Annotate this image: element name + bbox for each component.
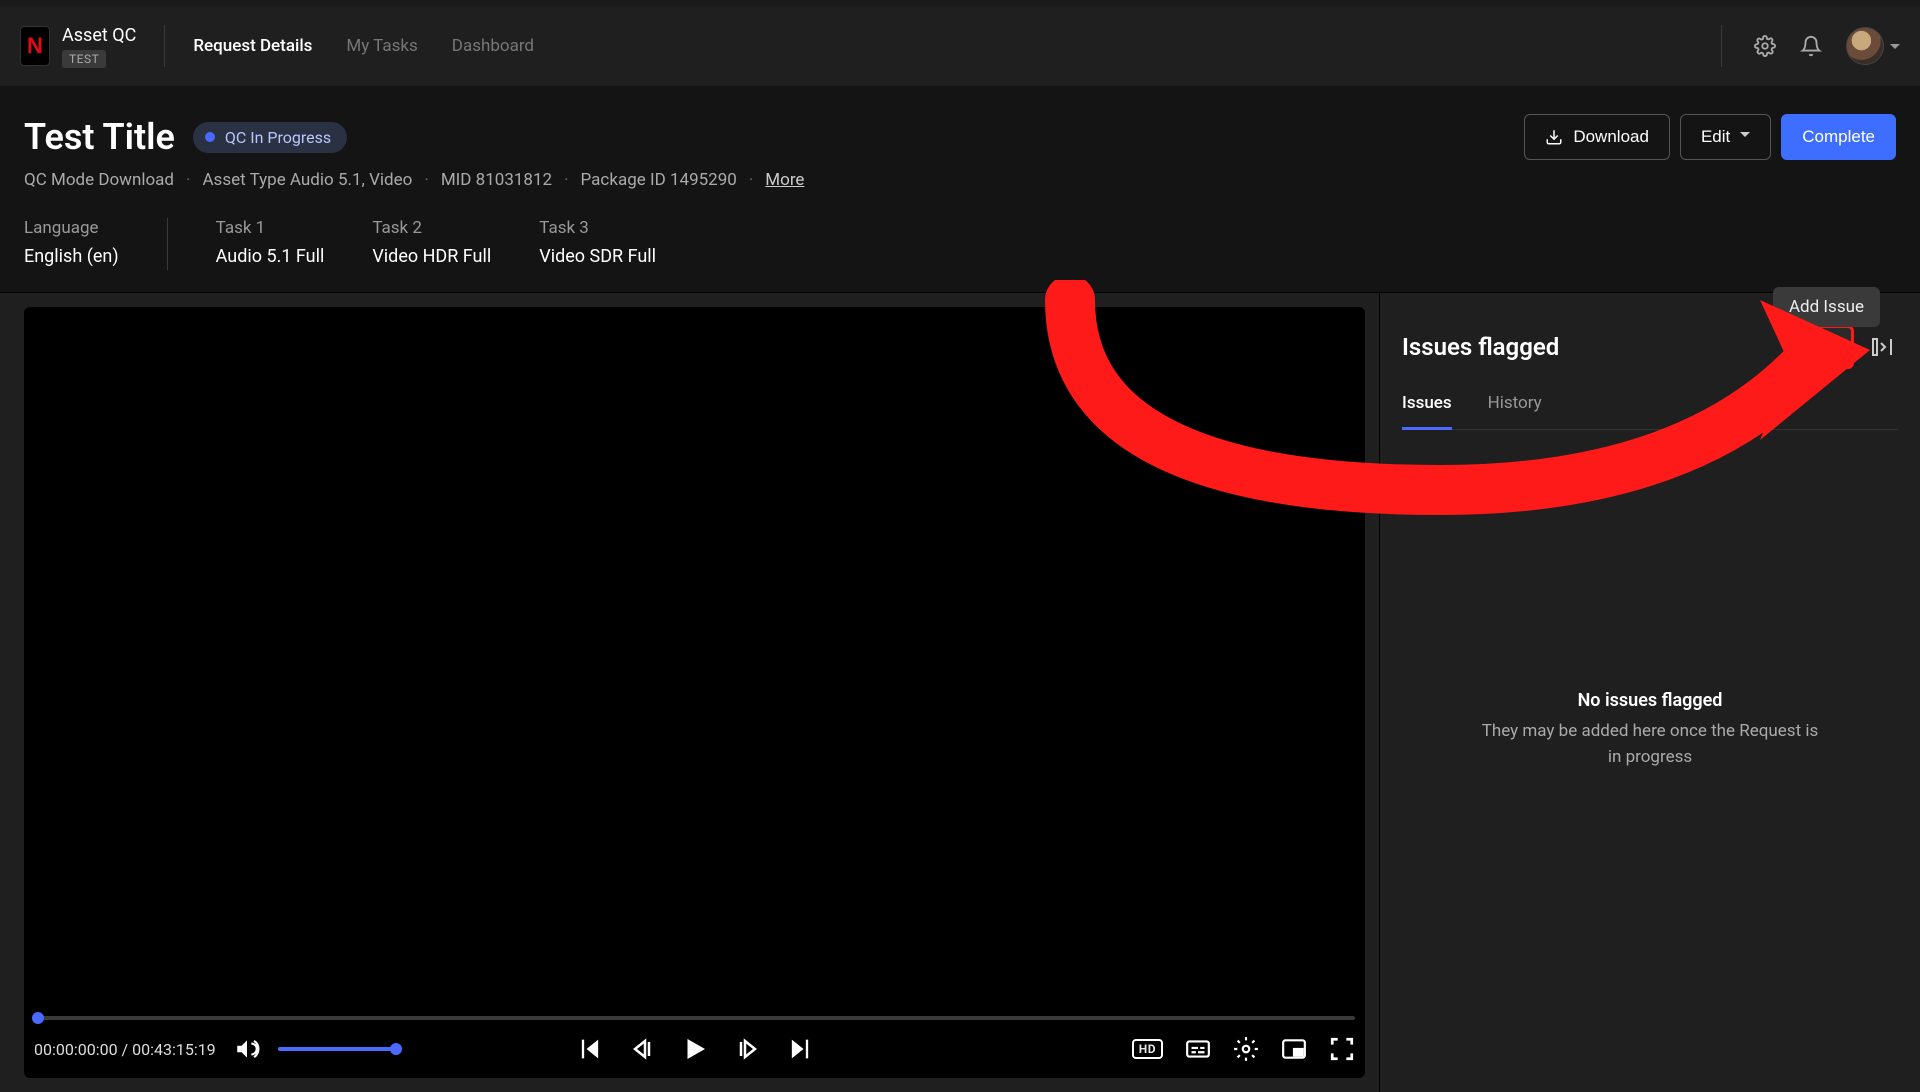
user-menu[interactable] xyxy=(1846,27,1900,65)
frame-forward-icon[interactable] xyxy=(736,1037,760,1061)
meta-package-id: Package ID 1495290 xyxy=(581,170,737,190)
sidebar-title: Issues flagged xyxy=(1402,333,1559,361)
collapse-sidebar-button[interactable] xyxy=(1866,331,1898,363)
meta-mid: MID 81031812 xyxy=(441,170,552,190)
skip-forward-icon[interactable] xyxy=(786,1035,814,1063)
status-badge: QC In Progress xyxy=(193,122,347,153)
nav-my-tasks[interactable]: My Tasks xyxy=(346,36,417,56)
nav-request-details[interactable]: Request Details xyxy=(193,36,312,56)
info-row: Language English (en) Task 1 Audio 5.1 F… xyxy=(24,218,1896,292)
status-dot-icon xyxy=(205,132,215,142)
meta-qc-mode: QC Mode Download xyxy=(24,170,174,190)
nav-items: Request Details My Tasks Dashboard xyxy=(193,36,534,56)
avatar xyxy=(1846,27,1884,65)
settings-icon[interactable] xyxy=(1754,35,1776,57)
empty-state: No issues flagged They may be added here… xyxy=(1402,390,1898,1070)
empty-title: No issues flagged xyxy=(1578,690,1723,711)
page-title: Test Title xyxy=(24,116,175,158)
edit-button[interactable]: Edit xyxy=(1680,114,1771,160)
add-issue-tooltip: Add Issue xyxy=(1773,287,1880,327)
hd-badge[interactable]: HD xyxy=(1132,1039,1163,1059)
pip-icon[interactable] xyxy=(1281,1036,1307,1062)
complete-button[interactable]: Complete xyxy=(1781,114,1896,160)
nav-dashboard[interactable]: Dashboard xyxy=(452,36,534,56)
skip-back-icon[interactable] xyxy=(576,1035,604,1063)
timecode: 00:00:00:00 / 00:43:15:19 xyxy=(34,1040,216,1059)
play-icon[interactable] xyxy=(680,1034,710,1064)
info-language: Language English (en) xyxy=(24,218,119,267)
volume-icon[interactable] xyxy=(234,1036,260,1062)
bell-icon[interactable] xyxy=(1800,35,1822,57)
brand: N Asset QC TEST xyxy=(20,25,136,68)
issues-sidebar: Add Issue Issues flagged Issues History … xyxy=(1380,293,1920,1092)
status-text: QC In Progress xyxy=(225,128,331,147)
top-navbar: N Asset QC TEST Request Details My Tasks… xyxy=(0,0,1920,86)
content: 00:00:00:00 / 00:43:15:19 xyxy=(0,292,1920,1092)
download-icon xyxy=(1545,128,1563,146)
download-button[interactable]: Download xyxy=(1524,114,1670,160)
brand-logo: N xyxy=(20,26,50,66)
brand-badge: TEST xyxy=(62,50,106,68)
plus-icon xyxy=(1821,336,1843,358)
captions-icon[interactable] xyxy=(1185,1036,1211,1062)
meta-more-link[interactable]: More xyxy=(765,170,804,190)
empty-subtitle: They may be added here once the Request … xyxy=(1480,719,1820,770)
chevron-down-icon xyxy=(1740,127,1750,147)
video-canvas[interactable] xyxy=(24,307,1365,1016)
frame-back-icon[interactable] xyxy=(630,1037,654,1061)
topbar-divider xyxy=(1721,25,1722,67)
video-player: 00:00:00:00 / 00:43:15:19 xyxy=(24,307,1365,1078)
meta-row: QC Mode Download · Asset Type Audio 5.1,… xyxy=(24,170,1896,190)
info-task1: Task 1 Audio 5.1 Full xyxy=(216,218,325,267)
player-controls: 00:00:00:00 / 00:43:15:19 xyxy=(24,1020,1365,1078)
meta-asset-type: Asset Type Audio 5.1, Video xyxy=(202,170,412,190)
nav-divider xyxy=(164,25,165,67)
brand-title: Asset QC xyxy=(62,25,136,46)
chevron-down-icon xyxy=(1890,44,1900,54)
info-task3: Task 3 Video SDR Full xyxy=(539,218,656,267)
volume-slider[interactable] xyxy=(278,1047,398,1051)
add-issue-button[interactable] xyxy=(1810,325,1854,369)
fullscreen-icon[interactable] xyxy=(1329,1036,1355,1062)
collapse-icon xyxy=(1870,335,1894,359)
page-header: Test Title QC In Progress Download Edit … xyxy=(0,86,1920,292)
info-task2: Task 2 Video HDR Full xyxy=(372,218,491,267)
player-settings-icon[interactable] xyxy=(1233,1036,1259,1062)
